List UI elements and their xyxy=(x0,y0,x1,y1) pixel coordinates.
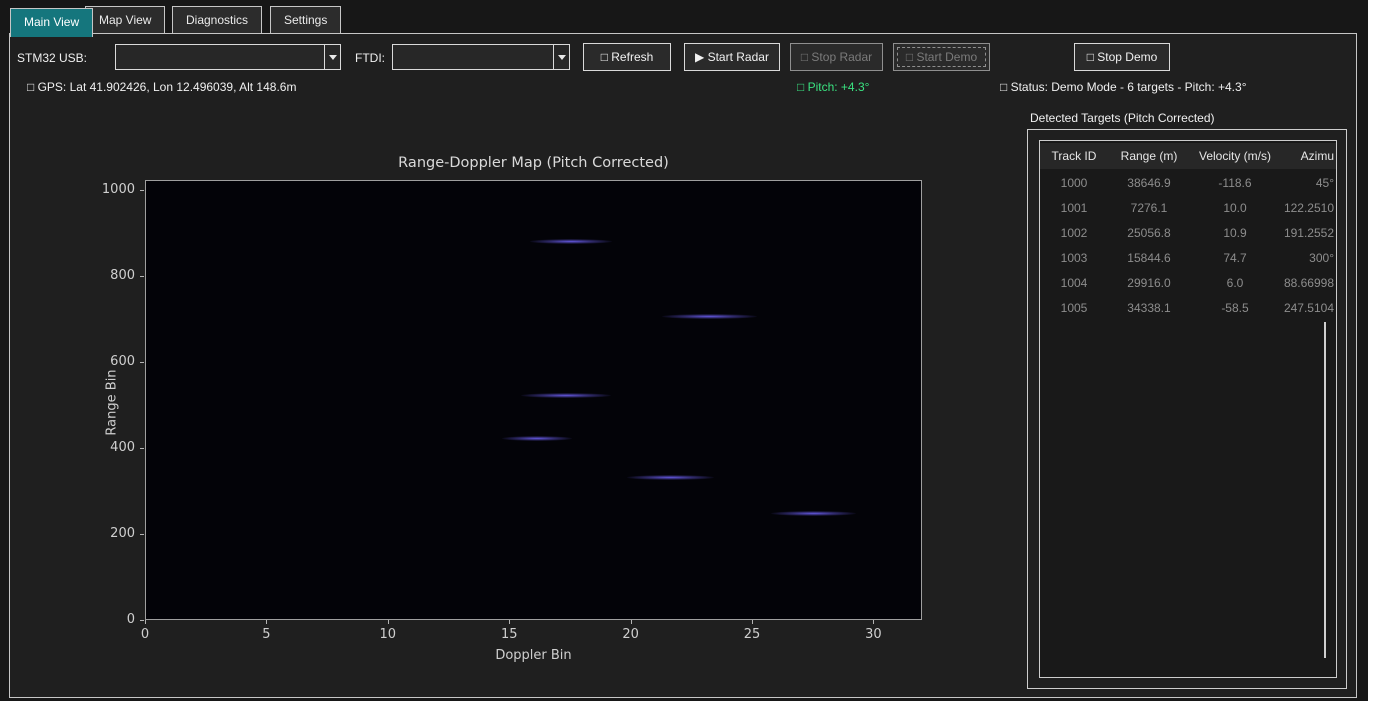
stm32-usb-combobox-value[interactable] xyxy=(116,45,324,69)
targets-table: Track IDRange (m)Velocity (m/s)Azimu 100… xyxy=(1039,140,1337,678)
x-tick-mark xyxy=(752,620,753,624)
stop-demo-button[interactable]: □ Stop Demo xyxy=(1074,43,1170,71)
ftdi-combobox-value[interactable] xyxy=(393,45,553,69)
x-tick-mark xyxy=(145,620,146,624)
table-cell: 38646.9 xyxy=(1108,170,1190,195)
radar-blip xyxy=(530,239,613,244)
table-cell: 1005 xyxy=(1040,295,1108,320)
chevron-down-icon xyxy=(329,55,337,60)
column-header-range-m-[interactable]: Range (m) xyxy=(1108,143,1190,169)
targets-table-header: Track IDRange (m)Velocity (m/s)Azimu xyxy=(1040,143,1336,169)
tab-settings[interactable]: Settings xyxy=(270,6,341,34)
range-doppler-plot xyxy=(145,180,922,620)
x-axis-label: Doppler Bin xyxy=(145,648,922,663)
table-cell: 15844.6 xyxy=(1108,245,1190,270)
y-tick-label: 400 xyxy=(85,440,135,455)
y-tick-mark xyxy=(140,534,144,535)
start-demo-button: □ Start Demo xyxy=(893,43,990,71)
radar-blip xyxy=(662,314,757,319)
table-cell: 74.7 xyxy=(1190,245,1280,270)
tab-map-view[interactable]: Map View xyxy=(85,6,165,34)
table-row[interactable]: 100534338.1-58.5247.5104 xyxy=(1040,295,1336,320)
table-cell: 88.66998 xyxy=(1280,270,1334,295)
page: Main ViewMap ViewDiagnostics Settings STM… xyxy=(0,0,1380,716)
stop-radar-button: □ Stop Radar xyxy=(790,43,883,71)
table-cell: 6.0 xyxy=(1190,270,1280,295)
x-tick-label: 30 xyxy=(853,627,893,642)
y-tick-mark xyxy=(140,620,144,621)
x-tick-label: 5 xyxy=(246,627,286,642)
x-tick-label: 0 xyxy=(125,627,165,642)
stm32-usb-combobox[interactable] xyxy=(115,44,341,70)
x-tick-mark xyxy=(388,620,389,624)
radar-blip xyxy=(502,436,572,441)
table-cell: 1003 xyxy=(1040,245,1108,270)
table-cell: 10.0 xyxy=(1190,195,1280,220)
table-cell: -118.6 xyxy=(1190,170,1280,195)
targets-panel-title: Detected Targets (Pitch Corrected) xyxy=(1030,111,1215,125)
ftdi-combobox[interactable] xyxy=(392,44,570,70)
y-tick-mark xyxy=(140,190,144,191)
radar-blip xyxy=(521,393,611,398)
pitch-indicator: □ Pitch: +4.3° xyxy=(797,80,869,94)
table-cell: 34338.1 xyxy=(1108,295,1190,320)
x-tick-mark xyxy=(631,620,632,624)
table-cell: 300° xyxy=(1280,245,1334,270)
table-cell: 1001 xyxy=(1040,195,1108,220)
column-header-velocity-m-s-[interactable]: Velocity (m/s) xyxy=(1190,143,1280,169)
table-row[interactable]: 100429916.06.088.66998 xyxy=(1040,270,1336,295)
y-tick-label: 600 xyxy=(85,354,135,369)
x-tick-label: 25 xyxy=(732,627,772,642)
table-cell: 29916.0 xyxy=(1108,270,1190,295)
table-cell: 25056.8 xyxy=(1108,220,1190,245)
chevron-down-icon xyxy=(558,55,566,60)
demo-status-text: □ Status: Demo Mode - 6 targets - Pitch:… xyxy=(1000,80,1247,94)
y-tick-mark xyxy=(140,448,144,449)
y-tick-mark xyxy=(140,362,144,363)
column-header-track-id[interactable]: Track ID xyxy=(1040,143,1108,169)
table-cell: 1004 xyxy=(1040,270,1108,295)
x-tick-mark xyxy=(509,620,510,624)
gps-status-text: □ GPS: Lat 41.902426, Lon 12.496039, Alt… xyxy=(27,80,296,94)
table-row[interactable]: 100038646.9-118.645° xyxy=(1040,170,1336,195)
table-cell: 7276.1 xyxy=(1108,195,1190,220)
table-cell: 45° xyxy=(1280,170,1334,195)
table-row[interactable]: 10017276.110.0122.2510 xyxy=(1040,195,1336,220)
table-cell: 191.2552 xyxy=(1280,220,1334,245)
stm32-usb-label: STM32 USB: xyxy=(17,51,87,65)
ftdi-combobox-dropdown-button[interactable] xyxy=(553,45,569,69)
x-tick-mark xyxy=(266,620,267,624)
targets-scrollbar[interactable] xyxy=(1324,322,1326,658)
y-tick-label: 200 xyxy=(85,526,135,541)
radar-blip xyxy=(771,511,856,516)
y-tick-mark xyxy=(140,276,144,277)
x-tick-label: 15 xyxy=(489,627,529,642)
app-window: Main ViewMap ViewDiagnostics Settings STM… xyxy=(0,0,1368,701)
start-radar-button[interactable]: ▶ Start Radar xyxy=(684,43,780,71)
y-tick-label: 800 xyxy=(85,268,135,283)
y-tick-label: 0 xyxy=(85,612,135,627)
x-tick-label: 10 xyxy=(368,627,408,642)
table-row[interactable]: 100225056.810.9191.2552 xyxy=(1040,220,1336,245)
column-header-azimu[interactable]: Azimu xyxy=(1280,143,1334,169)
ftdi-label: FTDI: xyxy=(355,51,385,65)
x-tick-mark xyxy=(873,620,874,624)
table-cell: 247.5104 xyxy=(1280,295,1334,320)
chart-title: Range-Doppler Map (Pitch Corrected) xyxy=(145,155,922,171)
refresh-button[interactable]: □ Refresh xyxy=(583,43,671,71)
stm32-usb-combobox-dropdown-button[interactable] xyxy=(324,45,340,69)
table-cell: 122.2510 xyxy=(1280,195,1334,220)
table-cell: 1002 xyxy=(1040,220,1108,245)
table-cell: 10.9 xyxy=(1190,220,1280,245)
table-cell: -58.5 xyxy=(1190,295,1280,320)
table-row[interactable]: 100315844.674.7300° xyxy=(1040,245,1336,270)
x-tick-label: 20 xyxy=(611,627,651,642)
table-cell: 1000 xyxy=(1040,170,1108,195)
y-tick-label: 1000 xyxy=(85,182,135,197)
radar-blip xyxy=(627,475,714,480)
tab-diagnostics[interactable]: Diagnostics xyxy=(172,6,262,34)
tab-main-view[interactable]: Main View xyxy=(10,8,93,37)
